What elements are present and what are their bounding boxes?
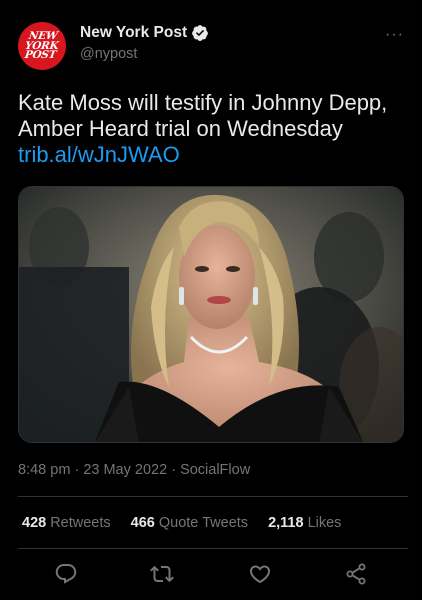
quote-count: 466: [130, 515, 155, 531]
avatar[interactable]: NEW YORK POST: [18, 22, 66, 70]
tweet-link[interactable]: trib.al/wJnJWAO: [18, 142, 180, 167]
tweet-actions: [0, 562, 422, 590]
likes-stat[interactable]: 2,118 Likes: [268, 515, 341, 531]
tweet-source[interactable]: SocialFlow: [180, 462, 250, 478]
share-icon[interactable]: [344, 562, 368, 586]
retweet-icon[interactable]: [150, 562, 174, 586]
divider-bottom: [18, 548, 408, 549]
tweet-stats: 428 Retweets 466 Quote Tweets 2,118 Likes: [22, 515, 341, 531]
meta-separator-2: ·: [171, 462, 177, 478]
nypost-logo: NEW YORK POST: [23, 30, 60, 61]
logo-line-3: POST: [24, 48, 58, 61]
verified-badge-icon: [191, 24, 209, 42]
meta-separator: ·: [74, 462, 80, 478]
retweets-label: Retweets: [50, 515, 111, 531]
reply-icon[interactable]: [54, 562, 78, 586]
photo-kate-moss: [19, 187, 403, 442]
display-name-row[interactable]: New York Post: [80, 24, 209, 42]
more-options-icon[interactable]: ···: [385, 26, 404, 44]
display-name[interactable]: New York Post: [80, 24, 187, 42]
quote-tweets-stat[interactable]: 466 Quote Tweets: [131, 515, 248, 531]
tweet-time[interactable]: 8:48 pm: [18, 462, 70, 478]
account-handle[interactable]: @nypost: [80, 46, 209, 62]
tweet-body: Kate Moss will testify in Johnny Depp, A…: [18, 90, 388, 141]
tweet-meta: 8:48 pm · 23 May 2022 · SocialFlow: [18, 462, 250, 478]
divider-top: [18, 496, 408, 497]
quote-label: Quote Tweets: [158, 515, 249, 531]
retweets-stat[interactable]: 428 Retweets: [22, 515, 111, 531]
retweets-count: 428: [22, 515, 47, 531]
tweet-date[interactable]: 23 May 2022: [83, 462, 167, 478]
likes-label: Likes: [307, 515, 342, 531]
tweet-text: Kate Moss will testify in Johnny Depp, A…: [18, 90, 408, 168]
tweet-image[interactable]: [18, 186, 404, 443]
like-icon[interactable]: [248, 562, 272, 586]
account-names: New York Post @nypost: [80, 24, 209, 62]
likes-count: 2,118: [268, 515, 304, 531]
tweet-header: NEW YORK POST New York Post @nypost ···: [18, 22, 408, 70]
